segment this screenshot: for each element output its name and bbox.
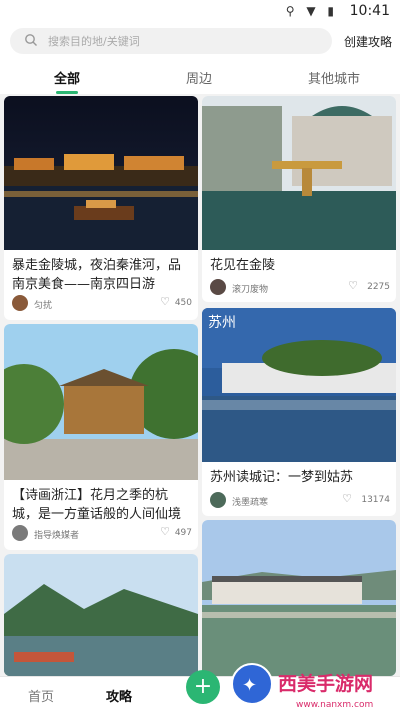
card-image bbox=[4, 324, 198, 480]
tab-all-label: 全部 bbox=[53, 72, 80, 87]
search-input[interactable]: 搜索目的地/关键词 bbox=[10, 28, 332, 54]
category-tabs: 全部 周边 其他城市 bbox=[0, 62, 400, 94]
avatar bbox=[210, 279, 226, 295]
tab-nearby[interactable]: 周边 bbox=[184, 68, 214, 87]
status-bar: ⚲ ▼ ▮ 10:41 bbox=[0, 0, 400, 22]
status-icons: ⚲ ▼ ▮ bbox=[285, 4, 338, 18]
status-time: 10:41 bbox=[349, 3, 390, 19]
guide-card[interactable]: 花见在金陵 滚刀废物 ♡ 2275 bbox=[202, 96, 396, 302]
avatar bbox=[12, 295, 28, 311]
guide-card[interactable]: 苏州 苏州读城记：一梦到姑苏 浅墨疏寒 ♡ 13174 bbox=[202, 308, 396, 516]
heart-icon[interactable]: ♡ bbox=[160, 295, 170, 308]
nav-guides[interactable]: 攻略 bbox=[106, 686, 132, 705]
card-author: 指导焕媒者 bbox=[34, 531, 80, 541]
search-placeholder: 搜索目的地/关键词 bbox=[48, 35, 140, 48]
watermark-logo: ✦ 西美手游网 www.nanxm.com bbox=[231, 663, 373, 710]
search-icon bbox=[25, 34, 37, 46]
tab-nearby-label: 周边 bbox=[185, 72, 212, 87]
heart-icon[interactable]: ♡ bbox=[342, 492, 352, 505]
card-image-overlay-text: 苏州 bbox=[208, 315, 236, 331]
guide-card[interactable]: 暴走金陵城，夜泊秦淮河，品南京美食——南京四日游 匀扰 ♡ 450 bbox=[4, 96, 198, 320]
tab-other-cities-label: 其他城市 bbox=[307, 72, 360, 87]
guide-card[interactable]: 【诗画浙江】花月之季的杭城，是一方童话般的人间仙境 指导焕媒者 ♡ 497 bbox=[4, 324, 198, 550]
card-likes: 13174 bbox=[361, 495, 390, 505]
card-image bbox=[202, 96, 396, 250]
card-author: 滚刀废物 bbox=[232, 285, 269, 295]
card-author: 匀扰 bbox=[34, 301, 53, 311]
tab-active-indicator bbox=[56, 91, 78, 94]
svg-text:✦: ✦ bbox=[242, 675, 257, 696]
card-title: 【诗画浙江】花月之季的杭城，是一方童话般的人间仙境 bbox=[12, 488, 182, 522]
avatar bbox=[210, 492, 226, 508]
guide-card[interactable] bbox=[202, 520, 396, 676]
card-image bbox=[4, 554, 198, 676]
top-bar: 搜索目的地/关键词 创建攻略 bbox=[0, 22, 400, 62]
watermark-brand: 西美手游网 bbox=[278, 672, 373, 695]
card-likes: 2275 bbox=[367, 282, 390, 292]
card-title: 花见在金陵 bbox=[210, 258, 276, 273]
card-image bbox=[4, 96, 198, 250]
add-button[interactable]: + bbox=[186, 670, 220, 704]
card-likes: 450 bbox=[174, 298, 192, 308]
card-title: 苏州读城记：一梦到姑苏 bbox=[210, 470, 354, 485]
tab-other-cities[interactable]: 其他城市 bbox=[306, 68, 362, 87]
card-likes: 497 bbox=[174, 528, 192, 538]
card-title: 暴走金陵城，夜泊秦淮河，品南京美食——南京四日游 bbox=[12, 258, 182, 292]
card-author: 浅墨疏寒 bbox=[232, 498, 269, 508]
create-guide-button[interactable]: 创建攻略 bbox=[344, 33, 392, 50]
plus-icon: + bbox=[193, 674, 213, 699]
heart-icon[interactable]: ♡ bbox=[348, 279, 358, 292]
guide-card[interactable] bbox=[4, 554, 198, 676]
tab-all[interactable]: 全部 bbox=[52, 68, 82, 94]
avatar bbox=[12, 525, 28, 541]
heart-icon[interactable]: ♡ bbox=[160, 525, 170, 538]
nav-home[interactable]: 首页 bbox=[28, 686, 54, 705]
watermark-url: www.nanxm.com bbox=[296, 700, 373, 710]
card-image bbox=[202, 520, 396, 676]
